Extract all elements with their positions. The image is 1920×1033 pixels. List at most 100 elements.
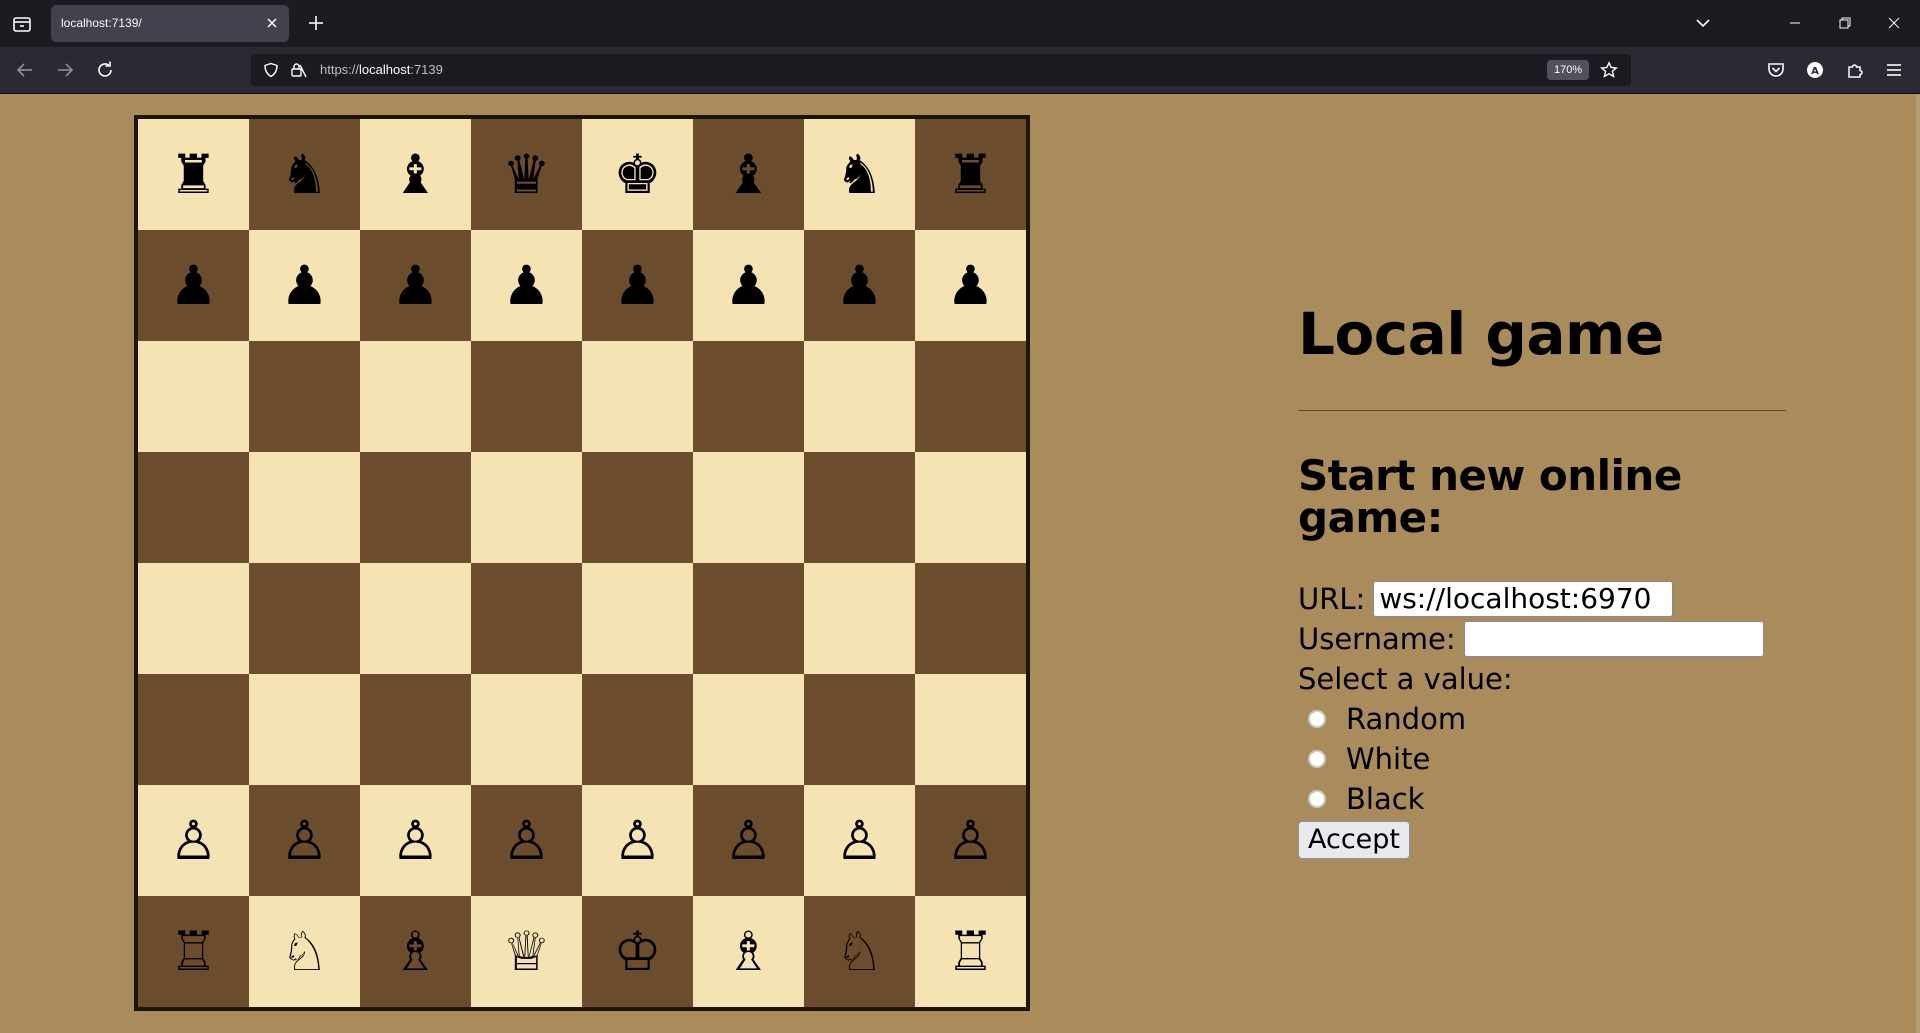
square-b5[interactable] (249, 452, 360, 563)
square-h2[interactable]: ♙ (915, 785, 1026, 896)
chess-piece[interactable]: ♙ (946, 813, 994, 868)
radio-button[interactable] (1308, 749, 1326, 768)
chess-piece[interactable]: ♘ (280, 924, 328, 979)
square-f8[interactable]: ♝ (693, 119, 804, 230)
square-d4[interactable] (471, 563, 582, 674)
square-h4[interactable] (915, 563, 1026, 674)
square-e2[interactable]: ♙ (582, 785, 693, 896)
square-b8[interactable]: ♞ (249, 119, 360, 230)
square-e6[interactable] (582, 341, 693, 452)
square-a7[interactable]: ♟ (138, 230, 249, 341)
square-b1[interactable]: ♘ (249, 896, 360, 1007)
square-c5[interactable] (360, 452, 471, 563)
square-f7[interactable]: ♟ (693, 230, 804, 341)
square-g3[interactable] (804, 674, 915, 785)
square-a2[interactable]: ♙ (138, 785, 249, 896)
square-f6[interactable] (693, 341, 804, 452)
chess-piece[interactable]: ♗ (391, 924, 439, 979)
square-e5[interactable] (582, 452, 693, 563)
square-g8[interactable]: ♞ (804, 119, 915, 230)
url-input[interactable] (1373, 580, 1674, 617)
square-a5[interactable] (138, 452, 249, 563)
square-e4[interactable] (582, 563, 693, 674)
restore-icon[interactable] (1825, 10, 1865, 36)
square-g1[interactable]: ♘ (804, 896, 915, 1007)
address-bar[interactable]: https://localhost:7139 170% (251, 54, 1631, 86)
radio-button[interactable] (1308, 709, 1326, 728)
square-f3[interactable] (693, 674, 804, 785)
square-d6[interactable] (471, 341, 582, 452)
square-a8[interactable]: ♜ (138, 119, 249, 230)
square-d1[interactable]: ♕ (471, 896, 582, 1007)
square-d8[interactable]: ♛ (471, 119, 582, 230)
square-a3[interactable] (138, 674, 249, 785)
square-b6[interactable] (249, 341, 360, 452)
reload-icon[interactable] (94, 59, 116, 81)
square-f2[interactable]: ♙ (693, 785, 804, 896)
page-scrollbar[interactable] (1916, 94, 1920, 1033)
square-c7[interactable]: ♟ (360, 230, 471, 341)
bookmark-star-icon[interactable] (1600, 61, 1618, 79)
zoom-level-badge[interactable]: 170% (1547, 60, 1590, 80)
chess-piece[interactable]: ♜ (169, 147, 217, 202)
square-e1[interactable]: ♔ (582, 896, 693, 1007)
chess-piece[interactable]: ♟ (391, 258, 439, 313)
square-c2[interactable]: ♙ (360, 785, 471, 896)
chess-piece[interactable]: ♙ (169, 813, 217, 868)
hamburger-menu-icon[interactable] (1883, 59, 1905, 81)
square-h8[interactable]: ♜ (915, 119, 1026, 230)
tab-list-icon[interactable] (10, 12, 34, 36)
chess-piece[interactable]: ♗ (724, 924, 772, 979)
chess-piece[interactable]: ♙ (391, 813, 439, 868)
chess-piece[interactable]: ♟ (502, 258, 550, 313)
chess-piece[interactable]: ♝ (391, 147, 439, 202)
minimize-icon[interactable] (1775, 10, 1815, 36)
square-d3[interactable] (471, 674, 582, 785)
lock-warning-icon[interactable] (289, 61, 307, 79)
square-g6[interactable] (804, 341, 915, 452)
username-input[interactable] (1463, 620, 1764, 657)
square-b4[interactable] (249, 563, 360, 674)
chess-piece[interactable]: ♙ (835, 813, 883, 868)
pocket-icon[interactable] (1765, 59, 1787, 81)
chess-piece[interactable]: ♔ (613, 924, 661, 979)
square-c4[interactable] (360, 563, 471, 674)
active-tab[interactable]: localhost:7139/ (51, 5, 289, 42)
accept-button[interactable]: Accept (1298, 820, 1411, 859)
shield-icon[interactable] (263, 62, 279, 78)
extensions-puzzle-icon[interactable] (1844, 59, 1866, 81)
account-icon[interactable]: A (1804, 59, 1826, 81)
chess-piece[interactable]: ♞ (280, 147, 328, 202)
square-h6[interactable] (915, 341, 1026, 452)
close-window-icon[interactable] (1874, 10, 1914, 36)
square-g4[interactable] (804, 563, 915, 674)
chess-piece[interactable]: ♜ (946, 147, 994, 202)
square-c3[interactable] (360, 674, 471, 785)
chess-piece[interactable]: ♟ (280, 258, 328, 313)
chevron-down-icon[interactable] (1693, 13, 1713, 33)
back-arrow-icon[interactable] (14, 59, 36, 81)
square-a6[interactable] (138, 341, 249, 452)
url-text[interactable]: https://localhost:7139 (320, 62, 443, 77)
square-h7[interactable]: ♟ (915, 230, 1026, 341)
square-e3[interactable] (582, 674, 693, 785)
chess-piece[interactable]: ♟ (835, 258, 883, 313)
radio-button[interactable] (1308, 789, 1326, 808)
square-d5[interactable] (471, 452, 582, 563)
square-d2[interactable]: ♙ (471, 785, 582, 896)
chess-piece[interactable]: ♟ (724, 258, 772, 313)
chess-piece[interactable]: ♙ (502, 813, 550, 868)
square-f4[interactable] (693, 563, 804, 674)
radio-option-white[interactable]: White (1298, 739, 1788, 779)
square-b7[interactable]: ♟ (249, 230, 360, 341)
chess-piece[interactable]: ♕ (502, 924, 550, 979)
square-f5[interactable] (693, 452, 804, 563)
chess-piece[interactable]: ♘ (835, 924, 883, 979)
radio-option-random[interactable]: Random (1298, 699, 1788, 739)
square-a1[interactable]: ♖ (138, 896, 249, 1007)
chess-piece[interactable]: ♖ (946, 924, 994, 979)
close-tab-icon[interactable] (263, 14, 281, 32)
square-d7[interactable]: ♟ (471, 230, 582, 341)
chess-piece[interactable]: ♚ (613, 147, 661, 202)
square-e8[interactable]: ♚ (582, 119, 693, 230)
